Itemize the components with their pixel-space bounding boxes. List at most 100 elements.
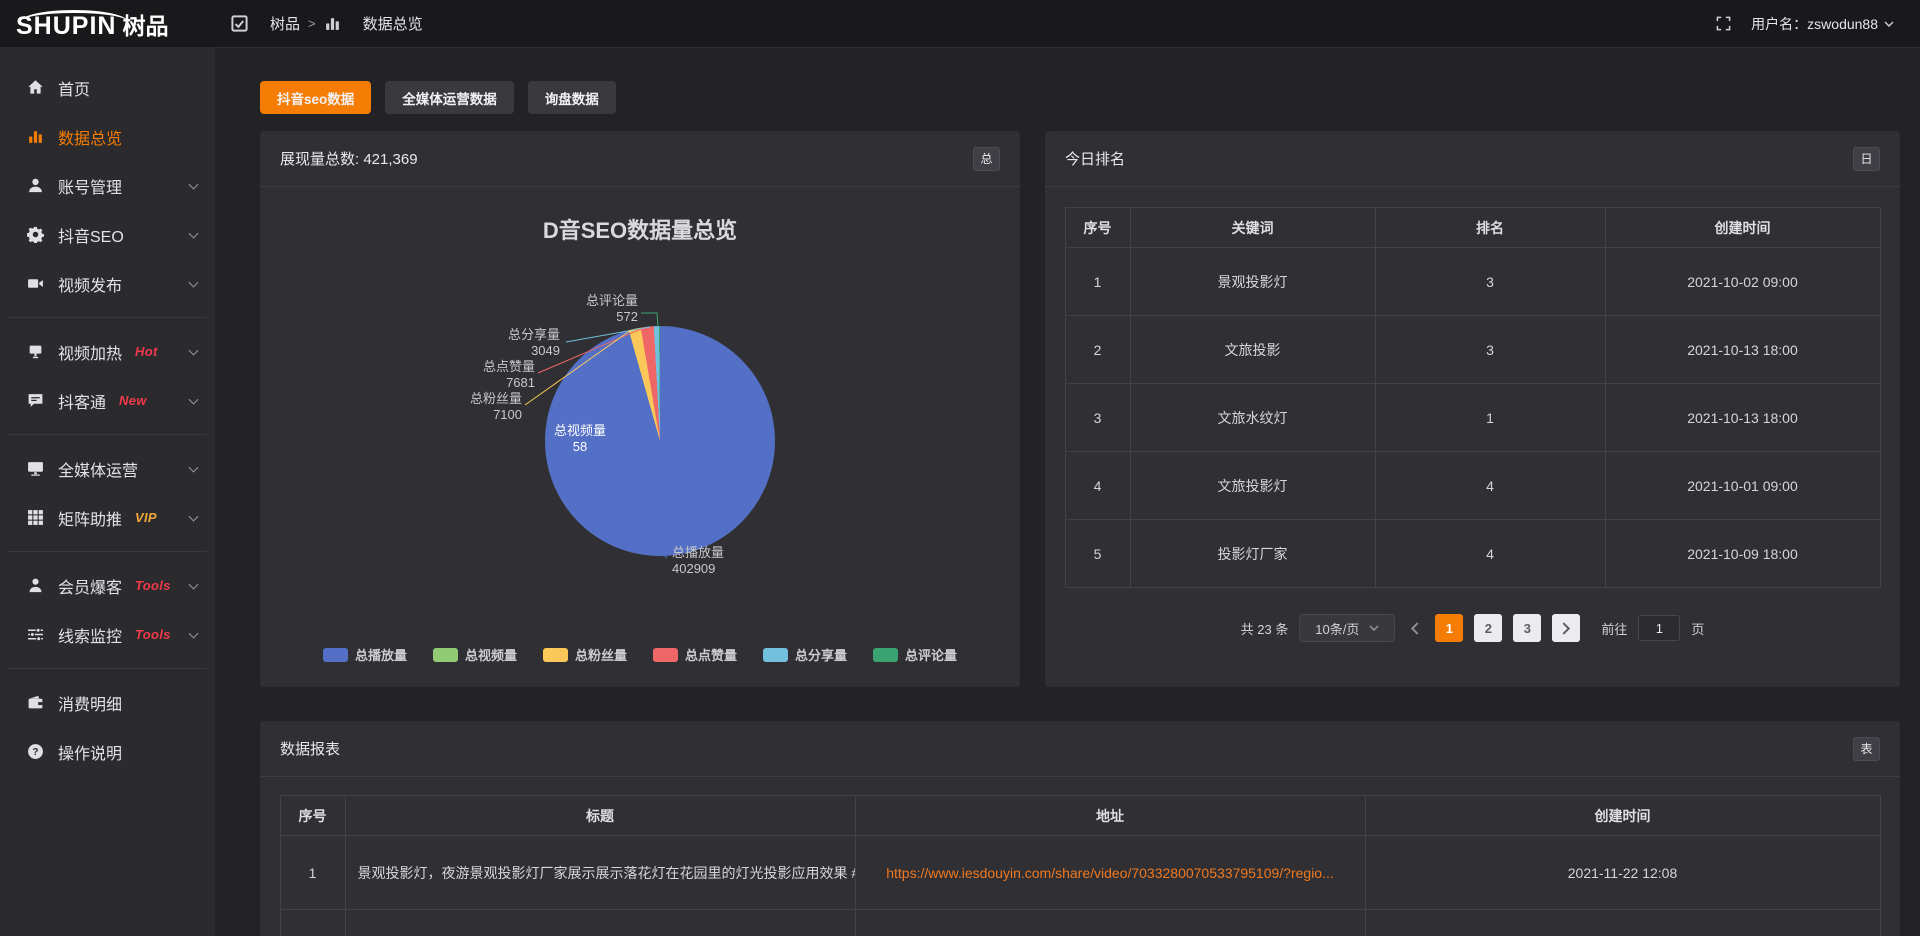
chevron-down-icon: [189, 579, 199, 589]
legend-item-shares[interactable]: 总分享量: [763, 645, 847, 664]
video-link[interactable]: https://www.iesdouyin.com/share/video/70…: [886, 865, 1334, 881]
sidebar: 首页 数据总览 账号管理 抖音SEO 视频发布 视频加热 Hot: [0, 47, 215, 936]
page-button-1[interactable]: 1: [1435, 614, 1463, 642]
cell-index: 4: [1065, 452, 1130, 520]
sidebar-item-douketong[interactable]: 抖客通 New: [0, 376, 215, 425]
legend-label: 总评论量: [905, 645, 957, 664]
goto-page-input[interactable]: [1638, 615, 1680, 641]
sidebar-item-data-overview[interactable]: 数据总览: [0, 112, 215, 161]
tools-badge: Tools: [135, 578, 171, 593]
breadcrumb-root[interactable]: 树品: [270, 13, 300, 34]
sidebar-item-video-publish[interactable]: 视频发布: [0, 259, 215, 308]
chevron-down-icon: [1884, 21, 1894, 27]
chevron-down-icon: [189, 277, 199, 287]
topbar-right: 用户名：zswodun88: [1716, 14, 1920, 34]
panels-row: 展现量总数: 421,369 总 D音SEO数据量总览 总评论量: [260, 131, 1900, 687]
cell-keyword: 文旅水纹灯: [1130, 384, 1375, 452]
sidebar-item-label: 会员爆客: [58, 574, 122, 598]
page-button-2[interactable]: 2: [1474, 614, 1502, 642]
table-header-row: 序号 关键词 排名 创建时间: [1065, 208, 1880, 248]
top-header: SHUPIN 树品 树品 > 数据总览 用户名：zswodun88: [0, 0, 1920, 47]
cell-created: 2021-10-13 18:00: [1605, 316, 1880, 384]
sidebar-item-member[interactable]: 会员爆客 Tools: [0, 561, 215, 610]
monitor-icon: [27, 460, 44, 477]
pie-label-value: 3049: [508, 343, 560, 359]
legend-item-fans[interactable]: 总粉丝量: [543, 645, 627, 664]
pie-label-name: 总分享量: [508, 327, 560, 343]
tab-douyin-seo-data[interactable]: 抖音seo数据: [260, 81, 371, 114]
video-camera-icon: [27, 275, 44, 292]
username-menu[interactable]: 用户名：zswodun88: [1751, 14, 1894, 34]
report-panel-title: 数据报表: [280, 738, 340, 759]
ranking-panel-title: 今日排名: [1065, 148, 1125, 169]
cell-keyword: 景观投影灯: [1130, 248, 1375, 316]
table-row: 5 投影灯厂家 4 2021-10-09 18:00: [1065, 520, 1880, 588]
sidebar-item-matrix-boost[interactable]: 矩阵助推 VIP: [0, 493, 215, 542]
cell-index: 5: [1065, 520, 1130, 588]
breadcrumb-separator: >: [308, 16, 316, 31]
pie-label-shares: 总分享量 3049: [508, 327, 560, 359]
chevron-left-icon: [1411, 622, 1419, 635]
sidebar-item-media-operation[interactable]: 全媒体运营: [0, 444, 215, 493]
tab-media-operation-data[interactable]: 全媒体运营数据: [385, 81, 514, 114]
wallet-icon: [27, 694, 44, 711]
legend-label: 总点赞量: [685, 645, 737, 664]
new-badge: New: [119, 393, 147, 408]
prev-page-button[interactable]: [1406, 622, 1424, 635]
legend-item-plays[interactable]: 总播放量: [323, 645, 407, 664]
legend-label: 总粉丝量: [575, 645, 627, 664]
chevron-down-icon: [189, 394, 199, 404]
chevron-down-icon: [189, 179, 199, 189]
page-button-3[interactable]: 3: [1513, 614, 1541, 642]
column-header: 标题: [345, 796, 855, 836]
goto-suffix-label: 页: [1691, 619, 1704, 638]
column-header: 地址: [855, 796, 1365, 836]
next-page-button[interactable]: [1552, 614, 1580, 642]
overview-panel-header: 展现量总数: 421,369 总: [260, 131, 1020, 187]
chart-legend: 总播放量 总视频量 总粉丝量 总点赞量 总分享量 总评论量: [260, 645, 1020, 664]
grid-icon: [27, 509, 44, 526]
sidebar-item-lead-monitor[interactable]: 线索监控 Tools: [0, 610, 215, 659]
vip-badge: VIP: [135, 510, 157, 525]
legend-label: 总分享量: [795, 645, 847, 664]
table-mode-button[interactable]: 表: [1853, 737, 1880, 761]
pie-label-plays: 总播放量 402909: [672, 545, 724, 577]
pie-label-fans: 总粉丝量 7100: [470, 391, 522, 423]
sidebar-item-home[interactable]: 首页: [0, 63, 215, 112]
sidebar-item-account[interactable]: 账号管理: [0, 161, 215, 210]
chevron-down-icon: [1369, 625, 1379, 631]
pie-label-value: 7681: [483, 375, 535, 391]
legend-item-likes[interactable]: 总点赞量: [653, 645, 737, 664]
column-header: 排名: [1375, 208, 1605, 248]
sidebar-item-douyin-seo[interactable]: 抖音SEO: [0, 210, 215, 259]
sidebar-item-label: 账号管理: [58, 174, 122, 198]
sidebar-divider: [8, 668, 207, 669]
legend-swatch: [323, 648, 348, 662]
page-size-select[interactable]: 10条/页: [1299, 614, 1395, 642]
sidebar-divider: [8, 317, 207, 318]
legend-item-videos[interactable]: 总视频量: [433, 645, 517, 664]
ranking-panel: 今日排名 日 序号 关键词 排名 创建时间: [1045, 131, 1900, 687]
tab-inquiry-data[interactable]: 询盘数据: [528, 81, 616, 114]
fullscreen-icon[interactable]: [1716, 16, 1731, 31]
column-header: 创建时间: [1605, 208, 1880, 248]
app-logo[interactable]: SHUPIN 树品: [0, 7, 215, 41]
cell-created: 2021-10-02 09:00: [1605, 248, 1880, 316]
sidebar-item-label: 操作说明: [58, 740, 122, 764]
screen-stand-icon: [27, 343, 44, 360]
legend-swatch: [433, 648, 458, 662]
total-mode-button[interactable]: 总: [973, 147, 1000, 171]
svg-text:?: ?: [32, 747, 38, 758]
cell-created: 2021-10-09 18:00: [1605, 520, 1880, 588]
sidebar-item-help[interactable]: ? 操作说明: [0, 727, 215, 776]
sidebar-item-video-heat[interactable]: 视频加热 Hot: [0, 327, 215, 376]
pie-chart-area: D音SEO数据量总览 总评论量 572 总分享量: [260, 187, 1020, 686]
user-icon: [27, 177, 44, 194]
legend-item-comments[interactable]: 总评论量: [873, 645, 957, 664]
day-mode-button[interactable]: 日: [1853, 147, 1880, 171]
pie-label-videos: 总视频量 58: [532, 423, 628, 455]
sidebar-item-expense[interactable]: 消费明细: [0, 678, 215, 727]
pie-label-comments: 总评论量 572: [586, 293, 638, 325]
sidebar-item-label: 视频发布: [58, 272, 122, 296]
impressions-total-label: 展现量总数: 421,369: [280, 148, 418, 169]
